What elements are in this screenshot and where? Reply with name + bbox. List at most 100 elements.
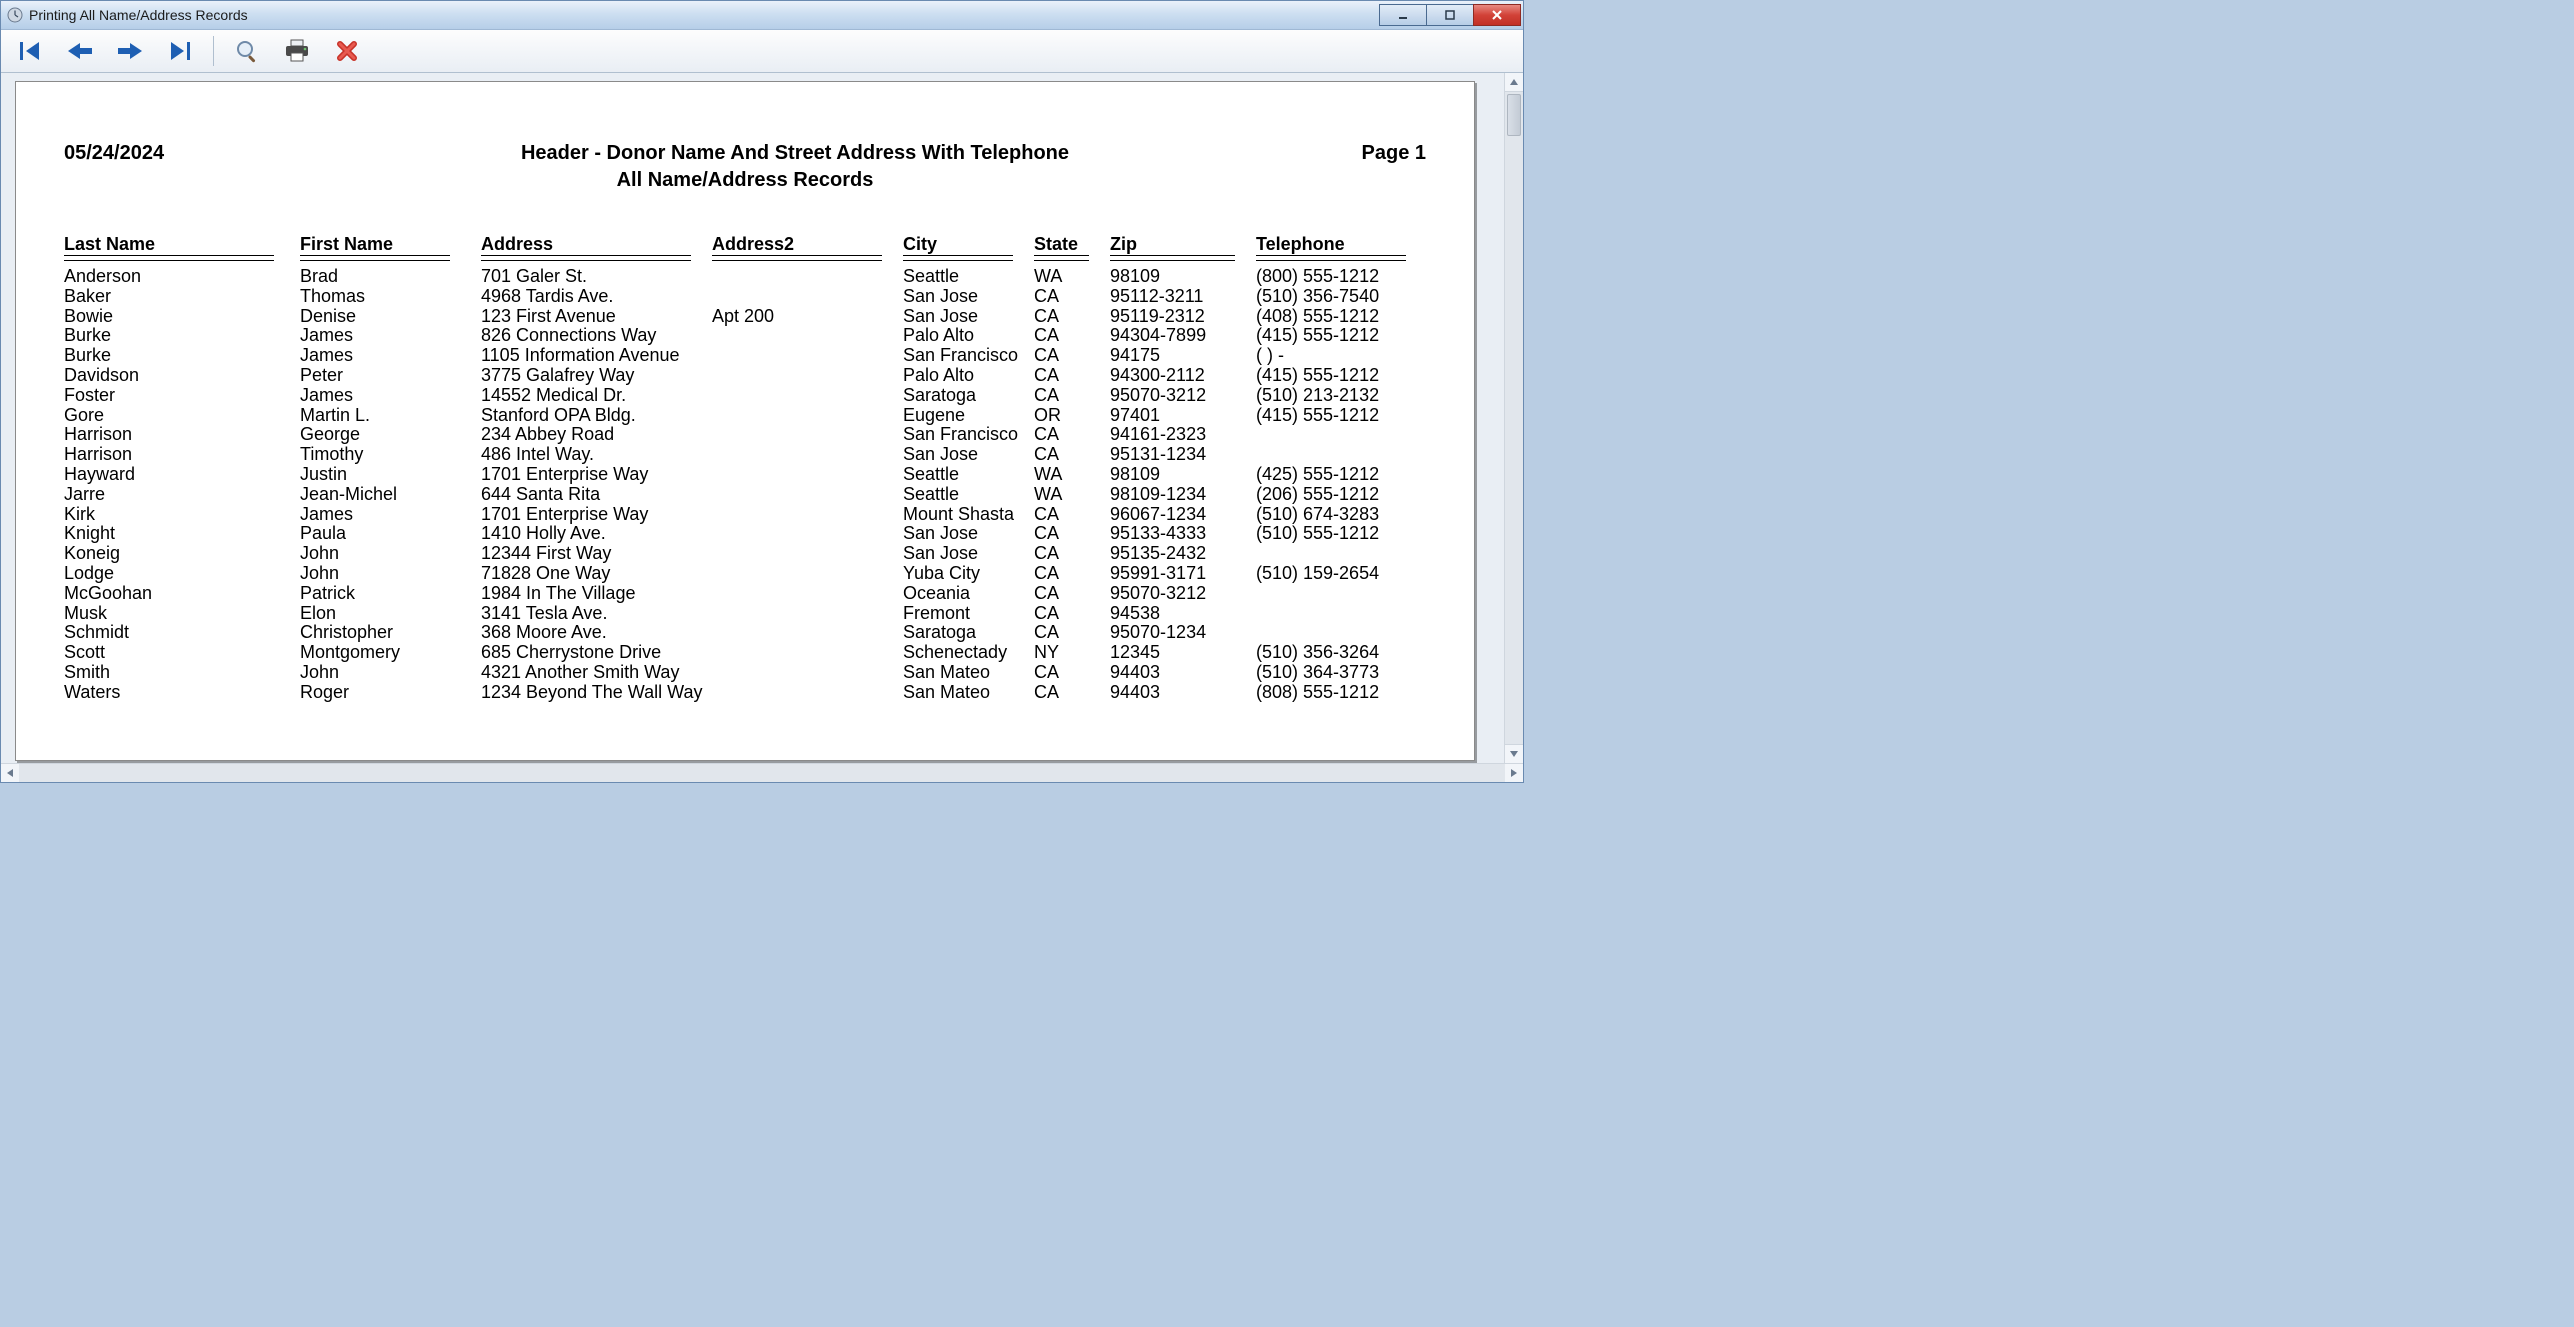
cell-addr2: Apt 200 — [712, 307, 903, 327]
cell-last: Hayward — [64, 465, 300, 485]
print-button[interactable] — [274, 33, 320, 69]
cell-tel — [1256, 445, 1422, 465]
cell-state: CA — [1034, 445, 1110, 465]
horizontal-scrollbar[interactable] — [1, 763, 1523, 782]
scroll-thumb[interactable] — [1507, 94, 1521, 136]
cell-tel: (510) 555-1212 — [1256, 524, 1422, 544]
cell-zip: 94161-2323 — [1110, 425, 1256, 445]
cell-addr2 — [712, 287, 903, 307]
cell-addr: 4968 Tardis Ave. — [481, 287, 712, 307]
cancel-button[interactable] — [324, 33, 370, 69]
cell-zip: 95135-2432 — [1110, 544, 1256, 564]
titlebar: Printing All Name/Address Records — [1, 1, 1523, 30]
hscroll-track[interactable] — [19, 764, 1505, 782]
window-controls — [1380, 4, 1521, 26]
cell-tel: (800) 555-1212 — [1256, 267, 1422, 287]
cell-state: CA — [1034, 663, 1110, 683]
cell-addr2 — [712, 683, 903, 703]
scroll-up-icon[interactable] — [1505, 73, 1523, 92]
table-row: SmithJohn4321 Another Smith WaySan Mateo… — [64, 663, 1426, 683]
cell-zip: 95133-4333 — [1110, 524, 1256, 544]
first-page-button[interactable] — [7, 33, 53, 69]
table-row: HarrisonTimothy486 Intel Way.San JoseCA9… — [64, 445, 1426, 465]
cell-city: Seattle — [903, 465, 1034, 485]
cell-tel: (415) 555-1212 — [1256, 366, 1422, 386]
table-row: ScottMontgomery685 Cherrystone DriveSche… — [64, 643, 1426, 663]
table-row: FosterJames14552 Medical Dr.SaratogaCA95… — [64, 386, 1426, 406]
cell-first: Roger — [300, 683, 481, 703]
th-state: State — [1034, 232, 1110, 261]
cell-state: WA — [1034, 465, 1110, 485]
table-row: KirkJames1701 Enterprise WayMount Shasta… — [64, 505, 1426, 525]
cell-zip: 94538 — [1110, 604, 1256, 624]
cell-state: CA — [1034, 544, 1110, 564]
scroll-left-icon[interactable] — [1, 764, 19, 782]
zoom-button[interactable] — [224, 33, 270, 69]
cell-city: Schenectady — [903, 643, 1034, 663]
cell-state: CA — [1034, 386, 1110, 406]
cell-addr2 — [712, 386, 903, 406]
cell-city: San Jose — [903, 524, 1034, 544]
cell-city: Palo Alto — [903, 326, 1034, 346]
cell-state: CA — [1034, 604, 1110, 624]
cell-tel: (206) 555-1212 — [1256, 485, 1422, 505]
cell-addr: Stanford OPA Bldg. — [481, 406, 712, 426]
cell-addr: 1410 Holly Ave. — [481, 524, 712, 544]
cell-first: James — [300, 505, 481, 525]
toolbar — [1, 30, 1523, 73]
cell-city: San Mateo — [903, 663, 1034, 683]
cell-tel: (425) 555-1212 — [1256, 465, 1422, 485]
cell-zip: 95070-3212 — [1110, 584, 1256, 604]
maximize-button[interactable] — [1426, 4, 1474, 26]
cell-state: CA — [1034, 326, 1110, 346]
report-table: Last Name First Name Address Address2 Ci… — [64, 232, 1426, 703]
cell-zip: 97401 — [1110, 406, 1256, 426]
cell-first: Peter — [300, 366, 481, 386]
cell-city: Eugene — [903, 406, 1034, 426]
prev-page-button[interactable] — [57, 33, 103, 69]
cell-last: Davidson — [64, 366, 300, 386]
close-button[interactable] — [1473, 4, 1521, 26]
cell-last: Gore — [64, 406, 300, 426]
cell-state: OR — [1034, 406, 1110, 426]
cell-state: CA — [1034, 524, 1110, 544]
document-viewport[interactable]: 05/24/2024 Header - Donor Name And Stree… — [1, 73, 1504, 763]
cell-state: CA — [1034, 683, 1110, 703]
cell-city: Seattle — [903, 267, 1034, 287]
scroll-track[interactable] — [1505, 92, 1523, 744]
cell-last: Musk — [64, 604, 300, 624]
cell-last: Schmidt — [64, 623, 300, 643]
report-header: 05/24/2024 Header - Donor Name And Stree… — [64, 142, 1426, 165]
table-header: Last Name First Name Address Address2 Ci… — [64, 232, 1426, 267]
cell-zip: 94403 — [1110, 663, 1256, 683]
cell-city: San Mateo — [903, 683, 1034, 703]
cell-zip: 94304-7899 — [1110, 326, 1256, 346]
table-row: HaywardJustin1701 Enterprise WaySeattleW… — [64, 465, 1426, 485]
report-page-label: Page 1 — [1266, 142, 1426, 165]
th-zip: Zip — [1110, 232, 1256, 261]
last-page-button[interactable] — [157, 33, 203, 69]
cell-tel: (510) 356-3264 — [1256, 643, 1422, 663]
cell-state: WA — [1034, 485, 1110, 505]
scroll-right-icon[interactable] — [1505, 764, 1523, 782]
cell-first: John — [300, 544, 481, 564]
table-row: McGoohanPatrick1984 In The VillageOceani… — [64, 584, 1426, 604]
cell-tel: ( ) - — [1256, 346, 1422, 366]
cell-zip: 96067-1234 — [1110, 505, 1256, 525]
table-row: JarreJean-Michel644 Santa RitaSeattleWA9… — [64, 485, 1426, 505]
table-row: LodgeJohn71828 One WayYuba CityCA95991-3… — [64, 564, 1426, 584]
th-addr2: Address2 — [712, 232, 903, 261]
next-page-button[interactable] — [107, 33, 153, 69]
table-body: AndersonBrad701 Galer St.SeattleWA98109(… — [64, 267, 1426, 703]
cell-addr2 — [712, 346, 903, 366]
scroll-down-icon[interactable] — [1505, 744, 1523, 763]
cell-zip: 95070-3212 — [1110, 386, 1256, 406]
cell-zip: 98109 — [1110, 267, 1256, 287]
cell-last: Koneig — [64, 544, 300, 564]
vertical-scrollbar[interactable] — [1504, 73, 1523, 763]
table-row: HarrisonGeorge234 Abbey RoadSan Francisc… — [64, 425, 1426, 445]
cell-addr: 71828 One Way — [481, 564, 712, 584]
minimize-button[interactable] — [1379, 4, 1427, 26]
table-row: KoneigJohn12344 First WaySan JoseCA95135… — [64, 544, 1426, 564]
cell-zip: 95131-1234 — [1110, 445, 1256, 465]
